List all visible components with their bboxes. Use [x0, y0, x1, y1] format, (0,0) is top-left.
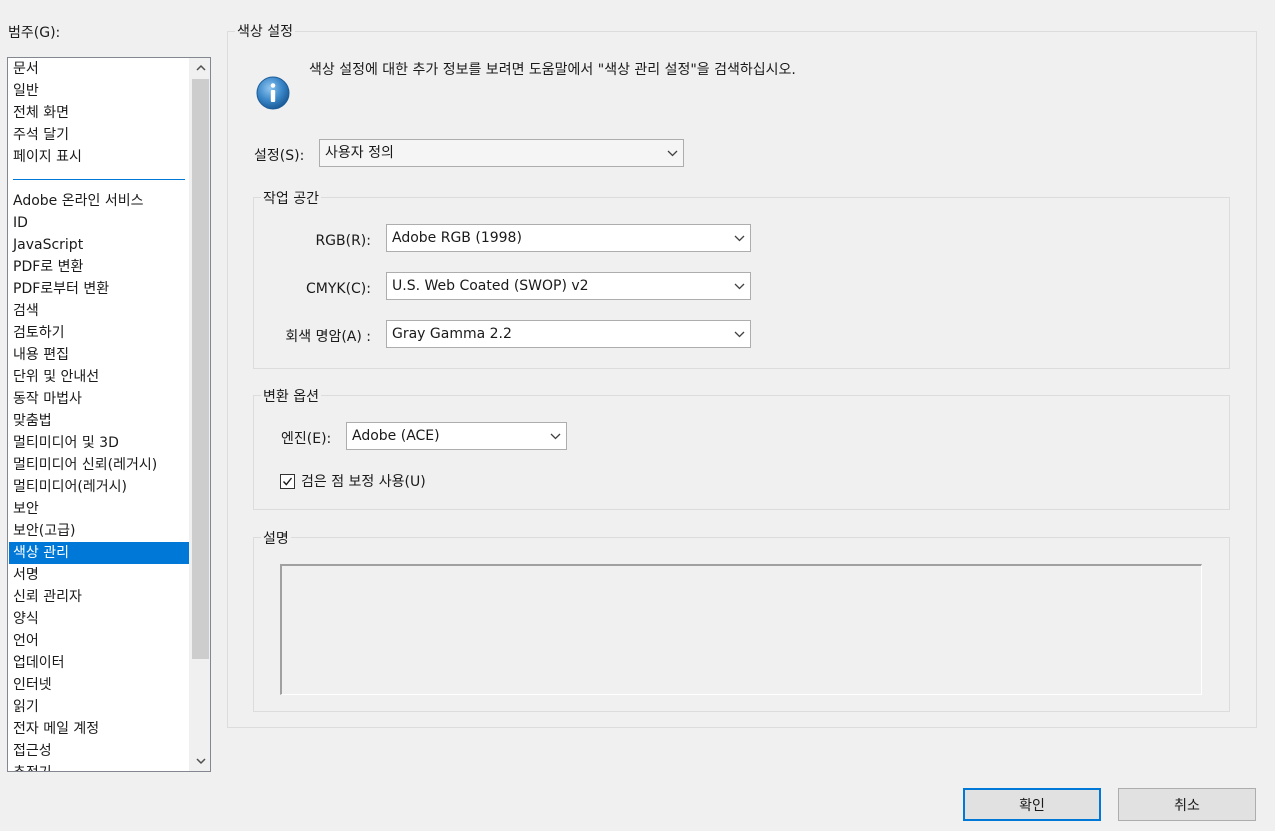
cmyk-value: U.S. Web Coated (SWOP) v2: [392, 278, 589, 294]
category-item[interactable]: 검토하기: [9, 322, 189, 344]
conversion-group: [253, 395, 1230, 510]
category-item[interactable]: 멀티미디어(레거시): [9, 476, 189, 498]
category-label: 범주(G):: [8, 25, 61, 41]
info-text: 색상 설정에 대한 추가 정보를 보려면 도움말에서 "색상 관리 설정"을 검…: [309, 62, 796, 78]
engine-label: 엔진(E):: [281, 431, 332, 447]
category-item[interactable]: PDF로 변환: [9, 256, 189, 278]
category-item[interactable]: JavaScript: [9, 234, 189, 256]
category-scrollbar[interactable]: [189, 58, 210, 771]
category-item[interactable]: 접근성: [9, 740, 189, 762]
gray-label: 회색 명암(A) :: [285, 329, 371, 345]
ok-button[interactable]: 확인: [963, 788, 1101, 821]
cancel-button[interactable]: 취소: [1118, 788, 1256, 821]
engine-select[interactable]: Adobe (ACE): [346, 422, 567, 450]
category-separator: [13, 179, 185, 180]
category-item[interactable]: 양식: [9, 608, 189, 630]
engine-value: Adobe (ACE): [352, 428, 440, 444]
chevron-down-icon: [728, 225, 750, 251]
scroll-thumb[interactable]: [192, 79, 209, 659]
blackpoint-label[interactable]: 검은 점 보정 사용(U): [301, 472, 426, 492]
category-item[interactable]: 업데이터: [9, 652, 189, 674]
category-item[interactable]: 서명: [9, 564, 189, 586]
rgb-value: Adobe RGB (1998): [392, 230, 522, 246]
category-item[interactable]: 검색: [9, 300, 189, 322]
cmyk-select[interactable]: U.S. Web Coated (SWOP) v2: [386, 272, 751, 300]
settings-select[interactable]: 사용자 정의: [319, 139, 684, 167]
category-item[interactable]: 인터넷: [9, 674, 189, 696]
color-settings-title: 색상 설정: [235, 21, 295, 41]
chevron-down-icon: [661, 140, 683, 166]
category-item[interactable]: 추적기: [9, 762, 189, 771]
category-item[interactable]: 색상 관리: [9, 542, 189, 564]
conversion-title: 변환 옵션: [261, 386, 321, 406]
info-icon: [256, 76, 290, 110]
cmyk-label: CMYK(C):: [305, 281, 371, 297]
workspace-title: 작업 공간: [261, 188, 321, 208]
category-item[interactable]: 읽기: [9, 696, 189, 718]
category-item[interactable]: 보안: [9, 498, 189, 520]
category-item[interactable]: 언어: [9, 630, 189, 652]
category-item[interactable]: Adobe 온라인 서비스: [9, 190, 189, 212]
checkmark-icon: [282, 477, 293, 486]
category-item[interactable]: 멀티미디어 및 3D: [9, 432, 189, 454]
category-item[interactable]: 맞춤법: [9, 410, 189, 432]
description-box: [280, 564, 1202, 695]
category-item[interactable]: 전체 화면: [9, 102, 189, 124]
scroll-down-icon[interactable]: [190, 751, 210, 771]
category-item[interactable]: 내용 편집: [9, 344, 189, 366]
category-item[interactable]: 문서: [9, 58, 189, 80]
category-list[interactable]: 문서 일반 전체 화면 주석 달기 페이지 표시 Adobe 온라인 서비스 ID JavaS…: [7, 57, 211, 772]
rgb-label: RGB(R):: [315, 233, 371, 249]
chevron-down-icon: [544, 423, 566, 449]
blackpoint-checkbox[interactable]: [280, 474, 295, 489]
gray-select[interactable]: Gray Gamma 2.2: [386, 320, 751, 348]
settings-value: 사용자 정의: [325, 145, 394, 161]
category-item[interactable]: ID: [9, 212, 189, 234]
category-item[interactable]: 주석 달기: [9, 124, 189, 146]
scroll-up-icon[interactable]: [190, 58, 210, 78]
category-item[interactable]: 멀티미디어 신뢰(레거시): [9, 454, 189, 476]
category-item[interactable]: PDF로부터 변환: [9, 278, 189, 300]
description-title: 설명: [261, 528, 291, 548]
chevron-down-icon: [728, 321, 750, 347]
gray-value: Gray Gamma 2.2: [392, 326, 512, 342]
category-item[interactable]: 페이지 표시: [9, 146, 189, 168]
category-item[interactable]: 일반: [9, 80, 189, 102]
category-item[interactable]: 신뢰 관리자: [9, 586, 189, 608]
category-item[interactable]: 단위 및 안내선: [9, 366, 189, 388]
chevron-down-icon: [728, 273, 750, 299]
settings-label: 설정(S):: [254, 148, 305, 164]
category-item[interactable]: 동작 마법사: [9, 388, 189, 410]
category-item[interactable]: 전자 메일 계정: [9, 718, 189, 740]
category-item[interactable]: 보안(고급): [9, 520, 189, 542]
rgb-select[interactable]: Adobe RGB (1998): [386, 224, 751, 252]
